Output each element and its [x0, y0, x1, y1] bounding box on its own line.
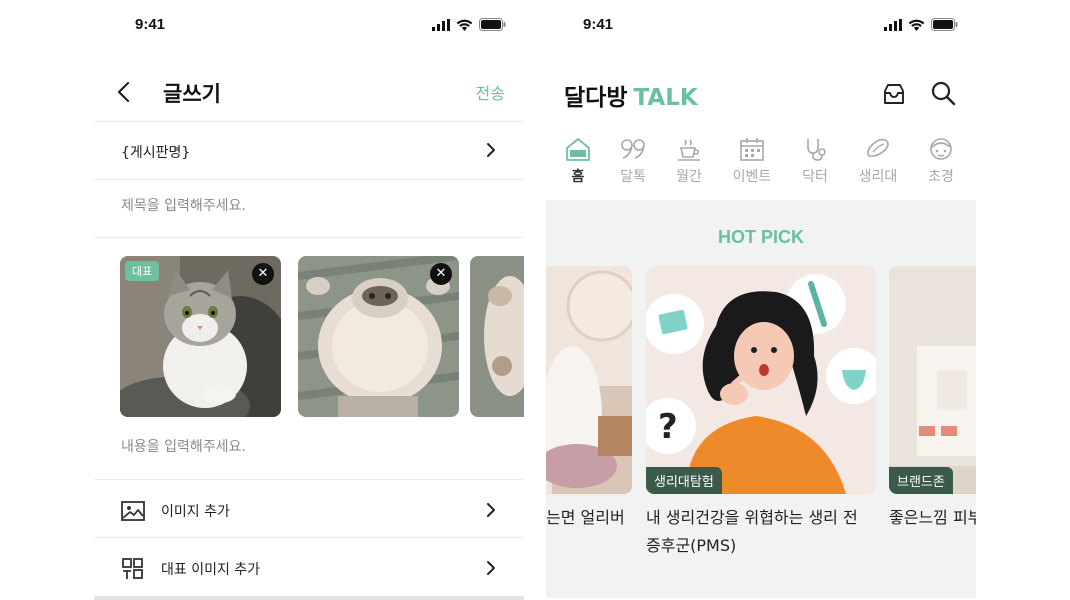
- category-nav: 홈 달톡 월간 이벤트 닥터 생리대 초경: [546, 136, 976, 192]
- page-title: 글쓰기: [163, 82, 221, 106]
- card-category-tag: 생리대탐험: [646, 467, 722, 494]
- representative-grid-icon: [122, 558, 143, 579]
- stethoscope-icon: [807, 139, 826, 161]
- app-logo[interactable]: 달다방 TALK: [564, 78, 698, 112]
- attached-image-thumb[interactable]: ✕: [298, 256, 459, 417]
- tab-label: 달톡: [620, 169, 646, 185]
- product-photo-image: [546, 266, 632, 494]
- add-representative-image-label: 대표 이미지 추가: [161, 562, 261, 578]
- content-field: [94, 422, 524, 476]
- divider: [94, 237, 524, 238]
- status-time: 9:41: [583, 16, 614, 33]
- add-image-row[interactable]: 이미지 추가: [94, 482, 524, 538]
- add-image-label: 이미지 추가: [161, 504, 230, 520]
- wifi-icon: [456, 19, 473, 31]
- pad-icon: [867, 138, 889, 157]
- talk-home-screen: 9:41 달다방 TALK 홈 달톡 월간 이벤트 닥터 생리대 초경 HOT …: [546, 0, 976, 600]
- hot-pick-section: HOT PICK 는면 얼리버 ? 생리대탐험 내 생리건강을 위협하는 생리 …: [546, 200, 976, 598]
- tab-home[interactable]: 홈: [548, 136, 608, 186]
- status-bar: 9:41: [546, 0, 976, 52]
- image-icon: [121, 501, 145, 521]
- signal-icon: [432, 18, 450, 31]
- tab-pad[interactable]: 생리대: [848, 136, 908, 186]
- tab-label: 닥터: [802, 169, 828, 185]
- chevron-right-icon: [487, 143, 495, 157]
- attached-image-thumb[interactable]: 대표 ✕: [120, 256, 281, 417]
- battery-icon: [931, 18, 958, 31]
- inbox-icon[interactable]: [882, 82, 906, 106]
- write-header: 글쓰기 전송: [94, 70, 524, 114]
- remove-image-button[interactable]: ✕: [430, 263, 452, 285]
- calendar-icon: [740, 138, 764, 161]
- search-icon[interactable]: [930, 80, 956, 106]
- home-talk-icon: [566, 138, 590, 161]
- product-box-image: [889, 266, 976, 494]
- tab-doctor[interactable]: 닥터: [785, 136, 845, 186]
- write-post-screen: 9:41 글쓰기 전송 {게시판명} 제목을 입력해주세요. 대표 ✕ ✕ 내용…: [94, 0, 524, 600]
- remove-image-button[interactable]: ✕: [252, 263, 274, 285]
- status-time: 9:41: [135, 16, 166, 33]
- face-icon: [930, 138, 952, 160]
- quote-icon: [621, 139, 645, 159]
- add-representative-image-row[interactable]: 대표 이미지 추가: [94, 540, 524, 596]
- card-title: 내 생리건강을 위협하는 생리 전 증후군(PMS): [646, 508, 858, 555]
- title-input[interactable]: [121, 198, 491, 214]
- tab-first-period[interactable]: 초경: [911, 136, 971, 186]
- divider: [94, 479, 524, 480]
- card-title: 는면 얼리버: [546, 508, 625, 527]
- attached-images-strip[interactable]: 대표 ✕ ✕: [120, 256, 524, 418]
- board-name-label: {게시판명}: [121, 145, 191, 161]
- tab-event[interactable]: 이벤트: [722, 136, 782, 186]
- representative-badge: 대표: [125, 261, 160, 281]
- cup-icon: [678, 139, 700, 161]
- tab-daltalk[interactable]: 달톡: [603, 136, 663, 186]
- logo-accent-text: TALK: [633, 85, 698, 111]
- talk-header: 달다방 TALK: [546, 70, 976, 116]
- tab-label: 홈: [571, 169, 585, 185]
- send-button[interactable]: 전송: [476, 80, 505, 104]
- wifi-icon: [908, 19, 925, 31]
- tab-label: 생리대: [858, 169, 898, 185]
- status-bar: 9:41: [94, 0, 524, 52]
- chevron-right-icon: [487, 503, 495, 517]
- pms-illustration-image: ?: [646, 266, 876, 494]
- svg-text:?: ?: [658, 407, 678, 447]
- tab-monthly[interactable]: 월간: [659, 136, 719, 186]
- attached-image-thumb[interactable]: [470, 256, 524, 417]
- tab-label: 월간: [676, 169, 702, 185]
- hot-pick-card[interactable]: 브랜드존 좋은느낌 피부 백 체험단 모: [889, 266, 976, 532]
- hot-pick-title: HOT PICK: [717, 227, 804, 247]
- content-input[interactable]: [121, 436, 491, 462]
- battery-icon: [479, 18, 506, 31]
- card-category-tag: 브랜드존: [889, 467, 953, 494]
- title-field: [94, 180, 524, 236]
- cat-photo-image: [470, 256, 524, 417]
- tab-label: 이벤트: [732, 169, 772, 185]
- logo-main-text: 달다방: [564, 85, 628, 111]
- back-arrow-icon[interactable]: [114, 78, 138, 106]
- divider: [94, 537, 524, 538]
- signal-icon: [884, 18, 902, 31]
- tab-label: 초경: [928, 169, 954, 185]
- bottom-divider: [94, 596, 524, 600]
- board-select-row[interactable]: {게시판명}: [94, 122, 524, 178]
- card-title: 좋은느낌 피부 백 체험단 모: [889, 508, 976, 527]
- hot-pick-card[interactable]: 는면 얼리버: [546, 266, 632, 532]
- chevron-right-icon: [487, 561, 495, 575]
- hot-pick-card[interactable]: ? 생리대탐험 내 생리건강을 위협하는 생리 전 증후군(PMS): [646, 266, 876, 560]
